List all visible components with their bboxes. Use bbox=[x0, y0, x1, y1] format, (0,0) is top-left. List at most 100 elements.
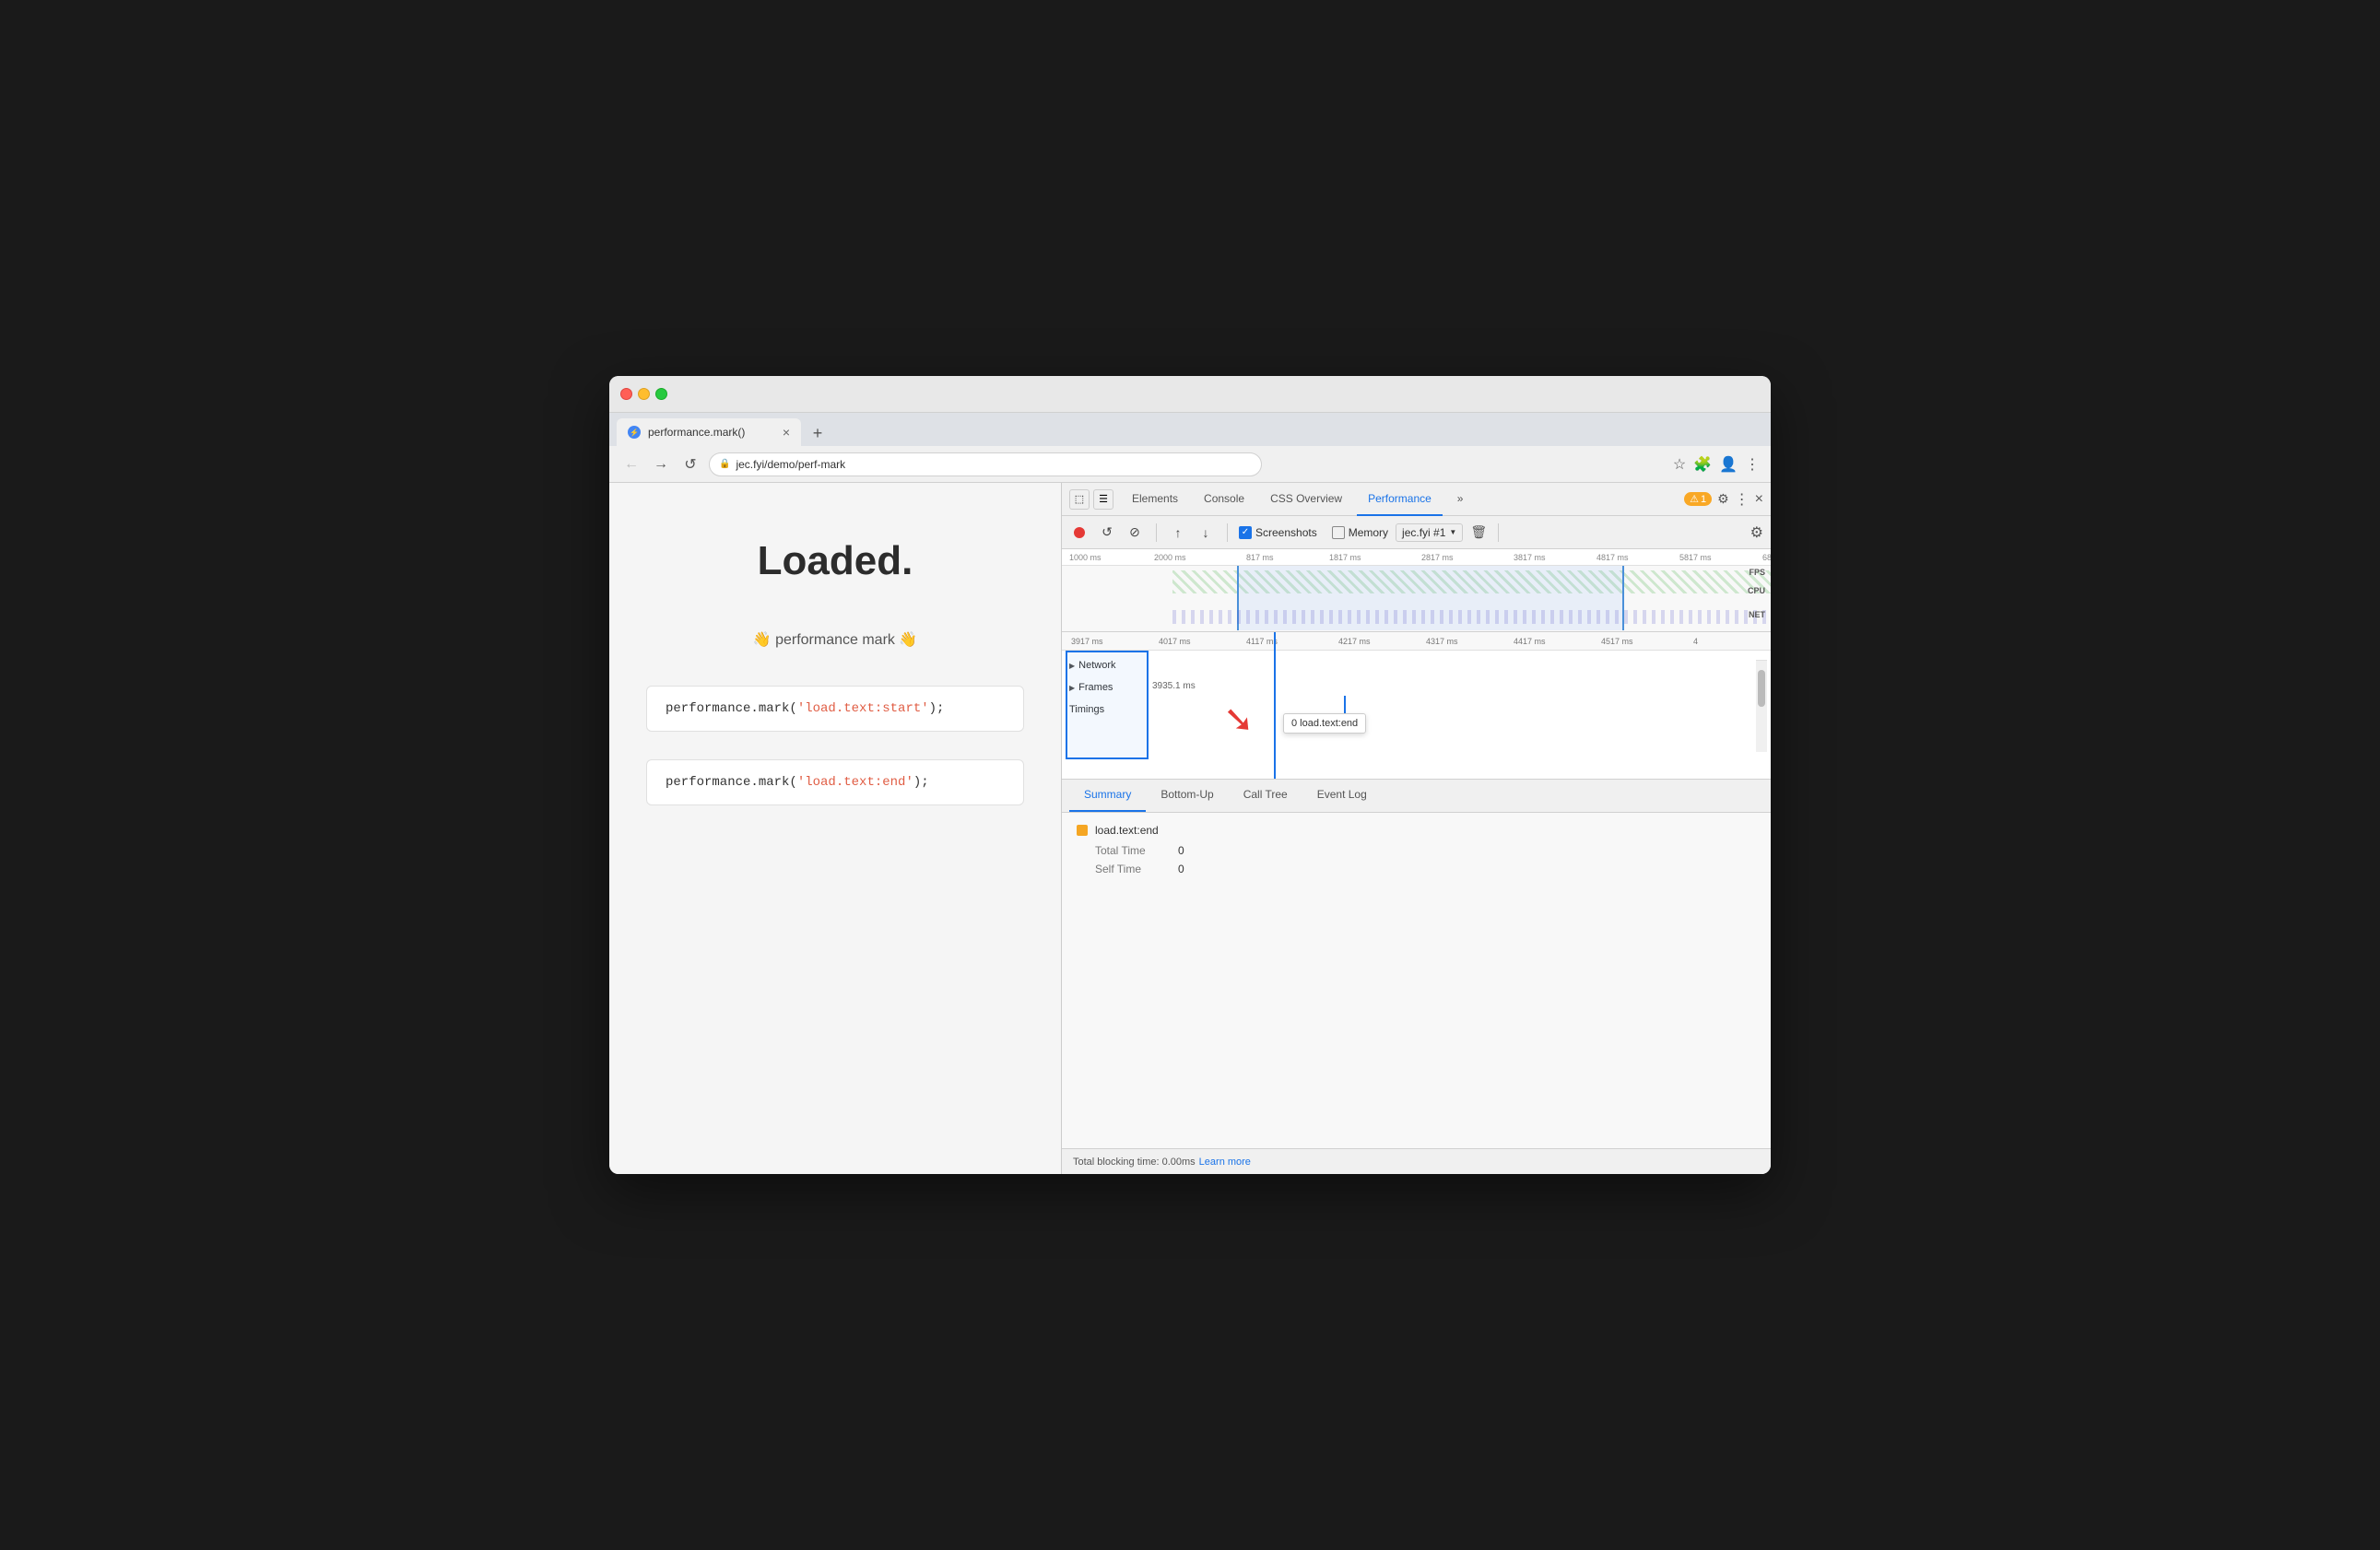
detail-tick-4117: 4117 ms bbox=[1246, 637, 1278, 646]
devtools-device-btn[interactable]: ☰ bbox=[1093, 489, 1113, 510]
ruler-mark-1000: 1000 ms bbox=[1069, 553, 1102, 562]
ruler-mark-4817: 4817 ms bbox=[1596, 553, 1629, 562]
record-btn[interactable] bbox=[1069, 523, 1090, 543]
devtools-panel: ⬚ ☰ Elements Console CSS Overview Perfor… bbox=[1061, 483, 1771, 1174]
net-label: NET bbox=[1749, 610, 1765, 619]
fullscreen-traffic-light[interactable] bbox=[655, 388, 667, 400]
detail-tick-4517: 4517 ms bbox=[1601, 637, 1633, 646]
detail-tick-4017: 4017 ms bbox=[1159, 637, 1191, 646]
timeline-row-network: ▶ Network bbox=[1062, 654, 1771, 676]
warning-badge: ⚠ 1 bbox=[1684, 492, 1712, 506]
timeline-scrollbar[interactable] bbox=[1756, 660, 1767, 752]
ruler-mark-1817: 1817 ms bbox=[1329, 553, 1361, 562]
ruler-mark-6817: 6817 bbox=[1762, 553, 1771, 562]
summary-entry-main: load.text:end bbox=[1077, 824, 1756, 837]
code-suffix-2: ); bbox=[913, 775, 929, 790]
clear-btn[interactable]: ⊘ bbox=[1125, 523, 1145, 543]
timeline-row-timings: Timings bbox=[1062, 699, 1771, 721]
tab-bottom-up[interactable]: Bottom-Up bbox=[1146, 779, 1228, 812]
perf-settings-btn[interactable]: ⚙ bbox=[1750, 523, 1763, 542]
close-traffic-light[interactable] bbox=[620, 388, 632, 400]
download-btn[interactable]: ↓ bbox=[1196, 523, 1216, 543]
detail-tick-4217: 4217 ms bbox=[1338, 637, 1371, 646]
network-row-content bbox=[1143, 656, 1763, 675]
timeline-cursor bbox=[1274, 632, 1276, 779]
title-bar bbox=[609, 376, 1771, 413]
tab-css-overview[interactable]: CSS Overview bbox=[1259, 483, 1353, 516]
code-string-1: 'load.text:start' bbox=[797, 701, 929, 716]
ruler-mark-5817: 5817 ms bbox=[1679, 553, 1712, 562]
tab-bar: ⚡ performance.mark() × + bbox=[609, 413, 1771, 446]
entry-name: load.text:end bbox=[1095, 824, 1159, 837]
timeline-ruler-detail: 3917 ms 4017 ms 4117 ms 4217 ms 4317 ms … bbox=[1062, 632, 1771, 651]
code-suffix-1: ); bbox=[929, 701, 945, 716]
tab-call-tree[interactable]: Call Tree bbox=[1229, 779, 1302, 812]
ruler-mark-2000: 2000 ms bbox=[1154, 553, 1186, 562]
url-bar[interactable]: 🔒 jec.fyi/demo/perf-mark bbox=[709, 452, 1262, 476]
screenshots-checkbox[interactable]: ✓ bbox=[1239, 526, 1252, 539]
traffic-lights bbox=[620, 388, 667, 400]
tab-more[interactable]: » bbox=[1446, 483, 1475, 516]
profile-select[interactable]: jec.fyi #1 ▼ bbox=[1396, 523, 1463, 542]
summary-panel: load.text:end Total Time 0 Self Time 0 bbox=[1062, 813, 1771, 1148]
browser-tab[interactable]: ⚡ performance.mark() × bbox=[617, 418, 801, 446]
tab-summary[interactable]: Summary bbox=[1069, 779, 1146, 812]
learn-more-link[interactable]: Learn more bbox=[1199, 1157, 1251, 1168]
tab-performance[interactable]: Performance bbox=[1357, 483, 1443, 516]
tab-elements[interactable]: Elements bbox=[1121, 483, 1189, 516]
reload-profile-btn[interactable]: ↺ bbox=[1097, 523, 1117, 543]
main-area: Loaded. 👋 performance mark 👋 performance… bbox=[609, 483, 1771, 1174]
warning-icon: ⚠ bbox=[1690, 493, 1699, 505]
back-btn[interactable]: ← bbox=[620, 453, 642, 476]
blue-selection-box bbox=[1066, 651, 1149, 759]
code-prefix-2: performance.mark( bbox=[666, 775, 797, 790]
minimize-traffic-light[interactable] bbox=[638, 388, 650, 400]
devtools-inspect-btn[interactable]: ⬚ bbox=[1069, 489, 1090, 510]
page-subtitle: 👋 performance mark 👋 bbox=[646, 630, 1024, 649]
address-actions: ☆ 🧩 👤 ⋮ bbox=[1673, 455, 1760, 474]
tab-console[interactable]: Console bbox=[1193, 483, 1255, 516]
memory-checkbox[interactable] bbox=[1332, 526, 1345, 539]
devtools-close-icon[interactable]: × bbox=[1755, 491, 1763, 508]
warning-count: 1 bbox=[1701, 494, 1706, 505]
code-string-2: 'load.text:end' bbox=[797, 775, 913, 790]
ruler-mark-817: 817 ms bbox=[1246, 553, 1274, 562]
frames-row-content: 3935.1 ms bbox=[1143, 678, 1763, 697]
timeline-detail[interactable]: 3917 ms 4017 ms 4117 ms 4217 ms 4317 ms … bbox=[1062, 632, 1771, 780]
forward-btn[interactable]: → bbox=[650, 453, 672, 476]
reload-btn[interactable]: ↺ bbox=[679, 453, 701, 476]
upload-btn[interactable]: ↑ bbox=[1168, 523, 1188, 543]
code-block-1: performance.mark('load.text:start'); bbox=[646, 686, 1024, 732]
screenshots-toggle[interactable]: ✓ Screenshots bbox=[1239, 526, 1317, 539]
cpu-label: CPU bbox=[1748, 586, 1765, 595]
extensions-icon[interactable]: 🧩 bbox=[1693, 455, 1712, 474]
blocking-time-text: Total blocking time: 0.00ms bbox=[1073, 1157, 1196, 1168]
tab-event-log[interactable]: Event Log bbox=[1302, 779, 1382, 812]
self-time-label: Self Time bbox=[1095, 863, 1160, 875]
code-block-2: performance.mark('load.text:end'); bbox=[646, 759, 1024, 805]
profile-icon[interactable]: 👤 bbox=[1719, 455, 1738, 474]
menu-icon[interactable]: ⋮ bbox=[1745, 455, 1760, 474]
ruler-mark-2817: 2817 ms bbox=[1421, 553, 1454, 562]
lock-icon: 🔒 bbox=[719, 459, 730, 469]
scrollbar-thumb[interactable] bbox=[1758, 670, 1765, 707]
toolbar-separator-3 bbox=[1498, 523, 1499, 542]
tab-favicon: ⚡ bbox=[628, 426, 641, 439]
page-loaded-text: Loaded. bbox=[646, 538, 1024, 584]
timeline-tooltip: 0 load.text:end bbox=[1283, 713, 1366, 734]
net-track bbox=[1172, 610, 1771, 624]
timeline-ruler-top: 1000 ms 2000 ms 817 ms 1817 ms 2817 ms 3… bbox=[1062, 549, 1771, 566]
trash-btn[interactable]: 🗑 bbox=[1470, 524, 1487, 540]
frames-time: 3935.1 ms bbox=[1152, 681, 1196, 691]
memory-label: Memory bbox=[1349, 526, 1388, 539]
new-tab-btn[interactable]: + bbox=[805, 420, 831, 446]
devtools-more-icon[interactable]: ⋮ bbox=[1735, 490, 1750, 509]
memory-toggle[interactable]: Memory bbox=[1332, 526, 1388, 539]
timeline-rows: ▶ Network ▶ Frames 3935.1 ms bbox=[1062, 651, 1771, 724]
detail-tick-4317: 4317 ms bbox=[1426, 637, 1458, 646]
bookmark-icon[interactable]: ☆ bbox=[1673, 455, 1686, 474]
page-content: Loaded. 👋 performance mark 👋 performance… bbox=[609, 483, 1061, 1174]
devtools-settings-icon[interactable]: ⚙ bbox=[1717, 491, 1729, 507]
timeline-tracks: FPS CPU NET bbox=[1062, 566, 1771, 630]
tab-close-btn[interactable]: × bbox=[783, 425, 790, 440]
